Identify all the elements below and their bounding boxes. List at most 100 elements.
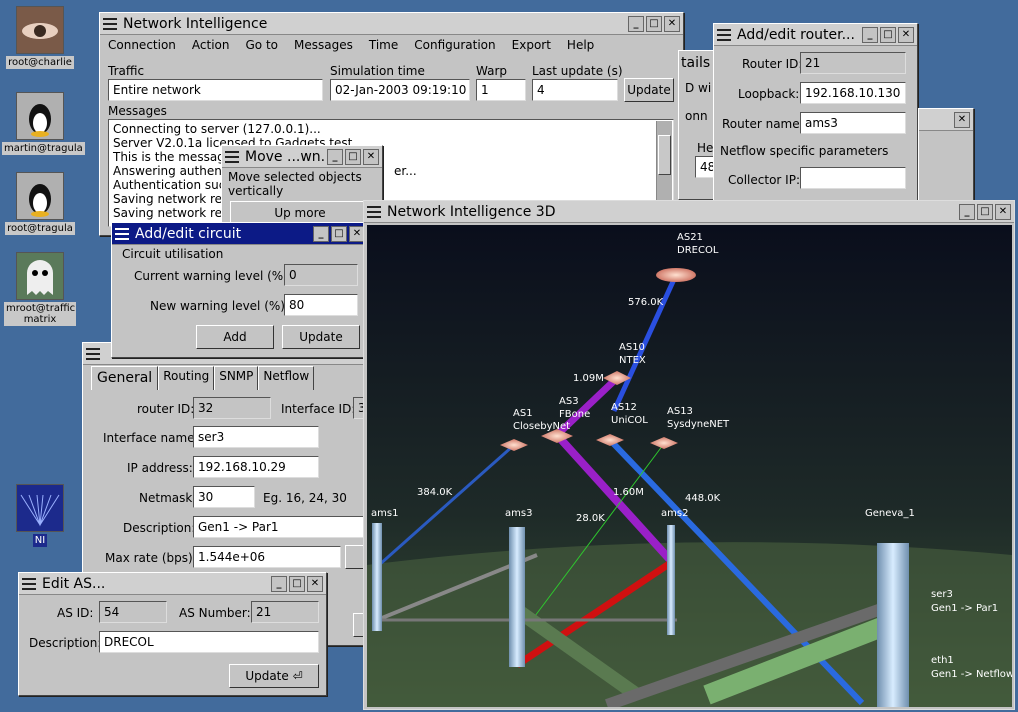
maxrate-field[interactable]: 1.544e+06: [193, 546, 341, 568]
warp-field[interactable]: 1: [476, 79, 526, 101]
description-field[interactable]: Gen1 -> Par1: [193, 516, 365, 538]
simtime-field[interactable]: 02-Jan-2003 09:19:10: [330, 79, 470, 101]
window-menu-icon[interactable]: [22, 577, 36, 590]
minimize-icon[interactable]: _: [862, 26, 878, 43]
details-line: He: [697, 141, 714, 155]
maximize-icon[interactable]: □: [345, 148, 361, 165]
description-label: Description:: [123, 521, 196, 535]
rid-label: router ID:: [137, 402, 195, 416]
close-icon[interactable]: ✕: [995, 203, 1011, 220]
maximize-icon[interactable]: □: [646, 15, 662, 32]
desktop-icon-label: NI: [32, 534, 48, 547]
tab-general[interactable]: General: [91, 366, 159, 390]
router-label: ams3: [505, 508, 533, 519]
penguin-icon: [16, 172, 64, 220]
menu-goto[interactable]: Go to: [238, 36, 287, 56]
circuit-update-button[interactable]: Update: [282, 325, 360, 349]
maximize-icon[interactable]: □: [977, 203, 993, 220]
desktop-icon-root-charlie[interactable]: root@charlie: [2, 6, 78, 69]
router-id-label: Router ID:: [742, 57, 803, 71]
maximize-icon[interactable]: □: [880, 26, 896, 43]
bg-titlebar[interactable]: ✕: [919, 109, 973, 131]
minimize-icon[interactable]: _: [271, 575, 287, 592]
ghost-icon: [16, 252, 64, 300]
asnum-field: 21: [251, 601, 319, 623]
menu-configuration[interactable]: Configuration: [406, 36, 503, 56]
as-node-disk[interactable]: [656, 268, 696, 282]
tab-netflow[interactable]: Netflow: [258, 366, 315, 390]
edit-as-window: Edit AS... _ □ ✕ AS ID: 54 AS Number: 21 D…: [18, 572, 327, 696]
ni3d-titlebar[interactable]: Network Intelligence 3D _ □ ✕: [364, 201, 1014, 223]
close-icon[interactable]: ✕: [954, 111, 970, 128]
main-titlebar[interactable]: Network Intelligence _ □ ✕: [100, 13, 683, 35]
desktop-icon-ni[interactable]: NI: [2, 484, 78, 547]
minimize-icon[interactable]: _: [628, 15, 644, 32]
menu-action[interactable]: Action: [184, 36, 238, 56]
menu-help[interactable]: Help: [559, 36, 602, 56]
menu-messages[interactable]: Messages: [286, 36, 361, 56]
minimize-icon[interactable]: _: [327, 148, 343, 165]
editas-titlebar[interactable]: Edit AS... _ □ ✕: [19, 573, 326, 595]
as-node-label: AS21 DRECOL: [677, 232, 719, 256]
menu-time[interactable]: Time: [361, 36, 406, 56]
window-menu-icon[interactable]: [367, 205, 381, 218]
circuit-titlebar[interactable]: Add/edit circuit _ □ ✕: [112, 223, 368, 245]
tab-snmp[interactable]: SNMP: [214, 366, 259, 390]
as-update-button[interactable]: Update ⏎: [229, 664, 319, 688]
window-menu-icon[interactable]: [86, 347, 100, 360]
lastupdate-field[interactable]: 4: [532, 79, 618, 101]
ip-label: IP address:: [127, 461, 193, 475]
as-desc-label: Description:: [29, 636, 102, 650]
netmask-field[interactable]: 30: [193, 486, 255, 508]
maximize-icon[interactable]: □: [289, 575, 305, 592]
3d-viewport[interactable]: AS21 DRECOL AS10 NTEX AS1 ClosebyNet AS3…: [367, 225, 1012, 707]
netmask-hint: Eg. 16, 24, 30: [263, 491, 347, 505]
iface-side-button[interactable]: [345, 545, 365, 569]
move-text: Move selected objects vertically: [228, 170, 362, 198]
enter-icon: ⏎: [292, 669, 303, 683]
loopback-field[interactable]: 192.168.10.130: [800, 82, 906, 104]
ifname-field[interactable]: ser3: [193, 426, 319, 448]
router-pillar-geneva[interactable]: [877, 543, 909, 707]
minimize-icon[interactable]: _: [959, 203, 975, 220]
collector-field[interactable]: [800, 167, 906, 189]
tab-routing[interactable]: Routing: [158, 366, 215, 390]
menu-connection[interactable]: Connection: [100, 36, 184, 56]
as-desc-field[interactable]: DRECOL: [99, 631, 319, 653]
router-pillar-ams2[interactable]: [667, 525, 675, 635]
iid-label: Interface ID:: [281, 402, 356, 416]
add-button[interactable]: Add: [196, 325, 274, 349]
maximize-icon[interactable]: □: [331, 225, 347, 242]
move-titlebar[interactable]: Move ...wn... _□✕: [222, 146, 382, 168]
desktop-icon-root-tragula[interactable]: root@tragula: [2, 172, 78, 235]
menu-export[interactable]: Export: [504, 36, 559, 56]
update-button[interactable]: Update: [624, 78, 674, 102]
window-menu-icon[interactable]: [115, 227, 129, 240]
traffic-select[interactable]: Entire network: [108, 79, 323, 101]
router-titlebar[interactable]: Add/edit router... _ □ ✕: [714, 24, 917, 46]
close-icon[interactable]: ✕: [363, 148, 379, 165]
desktop-icon-mroot-traffic[interactable]: mroot@traffic matrix: [2, 252, 78, 326]
link-rate-label: 384.0K: [417, 487, 453, 498]
details-line: D wi: [685, 81, 712, 95]
link-rate-label: 448.0K: [685, 493, 721, 504]
window-title: Add/edit router...: [737, 26, 855, 43]
window-menu-icon[interactable]: [225, 150, 239, 163]
new-warning-field[interactable]: 80: [284, 294, 358, 316]
penguin-icon: [16, 92, 64, 140]
router-pillar-ams3[interactable]: [509, 527, 525, 667]
move-window: Move ...wn... _□✕ Move selected objects …: [221, 145, 383, 227]
close-icon[interactable]: ✕: [898, 26, 914, 43]
background-window: ✕: [918, 108, 974, 202]
desktop-icon-martin-tragula[interactable]: martin@tragula: [2, 92, 85, 155]
close-icon[interactable]: ✕: [307, 575, 323, 592]
window-menu-icon[interactable]: [717, 28, 731, 41]
router-pillar-ams1[interactable]: [372, 523, 382, 631]
close-icon[interactable]: ✕: [664, 15, 680, 32]
router-label: ams2: [661, 508, 689, 519]
asid-field: 54: [99, 601, 167, 623]
window-menu-icon[interactable]: [103, 17, 117, 30]
minimize-icon[interactable]: _: [313, 225, 329, 242]
ip-field[interactable]: 192.168.10.29: [193, 456, 319, 478]
router-name-field[interactable]: ams3: [800, 112, 906, 134]
